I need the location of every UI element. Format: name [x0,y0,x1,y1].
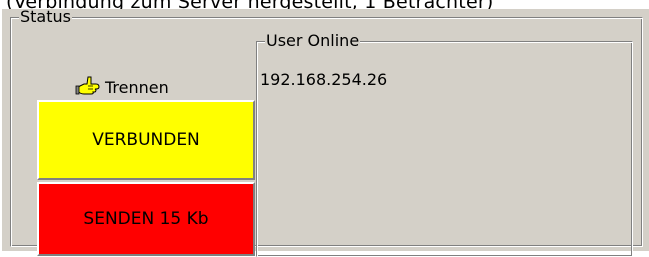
send-status-label: SENDEN 15 Kb [83,209,209,229]
users-online-label: User Online [265,31,361,50]
user-list: 192.168.254.26 [260,70,387,89]
disconnect-label: Trennen [105,77,169,97]
users-online-group: User Online 192.168.254.26 [256,33,633,257]
pointing-hand-icon [75,74,101,100]
status-group-label: Status [19,7,72,26]
disconnect-button[interactable]: Trennen [75,73,169,101]
connection-status-panel: VERBUNDEN [37,100,255,180]
list-item[interactable]: 192.168.254.26 [260,70,387,89]
send-status-panel: SENDEN 15 Kb [37,182,255,256]
dialog-panel: Status Trennen VERBUNDEN SENDEN 15 Kb Us… [2,7,649,257]
connection-status-label: VERBUNDEN [92,130,200,150]
